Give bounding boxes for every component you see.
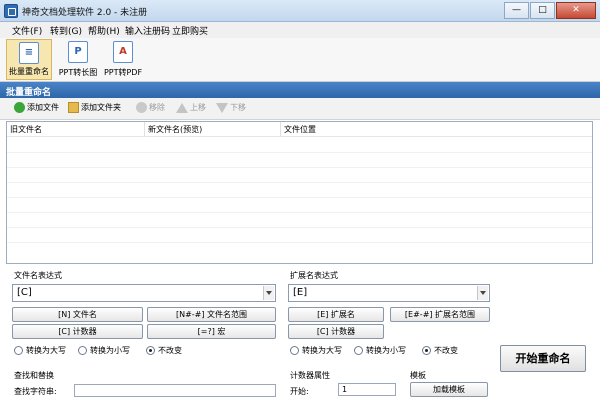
maximize-button[interactable]: □ xyxy=(530,2,555,19)
tool-label: PPT转长图 xyxy=(58,68,98,77)
start-rename-button[interactable]: 开始重命名 xyxy=(500,345,586,372)
list-header: 旧文件名 新文件名(预览) 文件位置 xyxy=(7,122,592,137)
window-title: 神奇文档处理软件 2.0 - 未注册 xyxy=(22,8,148,18)
radio-dot-selected xyxy=(422,346,431,355)
window-controls: — □ ✕ xyxy=(503,2,596,19)
filename-expr-combo[interactable]: [C] xyxy=(12,284,276,302)
file-list[interactable]: 旧文件名 新文件名(预览) 文件位置 xyxy=(6,121,593,264)
pdf-icon: A xyxy=(113,41,133,63)
tool-ppt-to-pdf[interactable]: A PPT转PDF xyxy=(102,39,144,80)
ppt-icon: P xyxy=(68,41,88,63)
insert-extension-range-button[interactable]: [E#-#] 扩展名范围 xyxy=(390,307,490,322)
add-icon xyxy=(14,102,25,113)
menu-buy[interactable]: 立即购买 xyxy=(172,24,208,37)
find-replace-title: 查找和替换 xyxy=(14,371,54,380)
menu-register[interactable]: 输入注册码 xyxy=(125,24,170,37)
row-separator xyxy=(7,212,592,213)
minimize-button[interactable]: — xyxy=(504,2,529,19)
ext-expr-value: [E] xyxy=(293,287,308,298)
row-separator xyxy=(7,182,592,183)
menu-bar: 文件(F) 转到(G) 帮助(H) 输入注册码 立即购买 xyxy=(0,22,600,38)
move-up-button[interactable]: 上移 xyxy=(176,102,206,113)
tool-label: 批量重命名 xyxy=(9,67,49,76)
row-separator xyxy=(7,197,592,198)
move-down-label: 下移 xyxy=(230,103,246,112)
find-string-label: 查找字符串: xyxy=(14,387,57,396)
move-up-label: 上移 xyxy=(190,103,206,112)
app-icon xyxy=(4,4,18,18)
insert-counter-button[interactable]: [C] 计数器 xyxy=(12,324,143,339)
folder-icon xyxy=(68,102,79,113)
tool-batch-rename[interactable]: ≡ 批量重命名 xyxy=(6,39,52,80)
move-down-button[interactable]: 下移 xyxy=(216,102,246,113)
add-file-label: 添加文件 xyxy=(27,103,59,112)
insert-macro-button[interactable]: [=?] 宏 xyxy=(147,324,276,339)
arrow-down-icon xyxy=(216,102,228,113)
insert-extension-button[interactable]: [E] 扩展名 xyxy=(288,307,384,322)
column-location[interactable]: 文件位置 xyxy=(281,122,594,137)
row-separator xyxy=(7,152,592,153)
ext-lowercase-radio[interactable]: 转换为小写 xyxy=(354,345,406,356)
row-separator xyxy=(7,167,592,168)
chevron-down-icon[interactable] xyxy=(263,286,274,300)
column-new-name[interactable]: 新文件名(预览) xyxy=(145,122,281,137)
filename-uppercase-radio[interactable]: 转换为大写 xyxy=(14,345,66,356)
radio-dot xyxy=(14,346,23,355)
counter-start-input[interactable]: 1 xyxy=(338,383,396,396)
radio-dot xyxy=(290,346,299,355)
column-old-name[interactable]: 旧文件名 xyxy=(7,122,145,137)
insert-ext-counter-button[interactable]: [C] 计数器 xyxy=(288,324,384,339)
find-string-input[interactable] xyxy=(74,384,276,397)
radio-label: 转换为小写 xyxy=(366,346,406,355)
section-title: 批量重命名 xyxy=(0,82,600,98)
list-toolbar: 添加文件 添加文件夹 移除 上移 下移 xyxy=(0,98,600,120)
filename-expr-title: 文件名表达式 xyxy=(14,271,62,280)
menu-help[interactable]: 帮助(H) xyxy=(88,24,120,37)
ext-nochange-radio[interactable]: 不改变 xyxy=(422,345,458,356)
counter-props-title: 计数器属性 xyxy=(290,371,330,380)
insert-filename-range-button[interactable]: [N#-#] 文件名范围 xyxy=(147,307,276,322)
ext-uppercase-radio[interactable]: 转换为大写 xyxy=(290,345,342,356)
radio-dot-selected xyxy=(146,346,155,355)
radio-label: 转换为小写 xyxy=(90,346,130,355)
filename-expr-value: [C] xyxy=(17,287,32,298)
counter-start-label: 开始: xyxy=(290,387,309,396)
remove-icon xyxy=(136,102,147,113)
ext-expr-combo[interactable]: [E] xyxy=(288,284,490,302)
radio-dot xyxy=(78,346,87,355)
main-toolbar: ≡ 批量重命名 P PPT转长图 A PPT转PDF xyxy=(0,38,600,82)
menu-file[interactable]: 文件(F) xyxy=(12,24,42,37)
tool-label: PPT转PDF xyxy=(103,68,143,77)
filename-nochange-radio[interactable]: 不改变 xyxy=(146,345,182,356)
remove-label: 移除 xyxy=(149,103,165,112)
radio-label: 不改变 xyxy=(434,346,458,355)
row-separator xyxy=(7,227,592,228)
radio-dot xyxy=(354,346,363,355)
radio-label: 转换为大写 xyxy=(26,346,66,355)
menu-goto[interactable]: 转到(G) xyxy=(50,24,82,37)
add-file-button[interactable]: 添加文件 xyxy=(14,102,59,113)
ext-expr-title: 扩展名表达式 xyxy=(290,271,338,280)
radio-label: 不改变 xyxy=(158,346,182,355)
chevron-down-icon[interactable] xyxy=(477,286,488,300)
rename-icon: ≡ xyxy=(19,42,39,64)
row-separator xyxy=(7,242,592,243)
tool-ppt-to-image[interactable]: P PPT转长图 xyxy=(56,39,100,80)
arrow-up-icon xyxy=(176,102,188,113)
insert-filename-button[interactable]: [N] 文件名 xyxy=(12,307,143,322)
radio-label: 转换为大写 xyxy=(302,346,342,355)
title-bar: 神奇文档处理软件 2.0 - 未注册 — □ ✕ xyxy=(0,0,600,22)
add-folder-label: 添加文件夹 xyxy=(81,103,121,112)
filename-lowercase-radio[interactable]: 转换为小写 xyxy=(78,345,130,356)
add-folder-button[interactable]: 添加文件夹 xyxy=(68,102,121,113)
load-template-button[interactable]: 加载模板 xyxy=(410,382,488,397)
remove-button[interactable]: 移除 xyxy=(136,102,165,113)
template-title: 模板 xyxy=(410,371,426,380)
close-button[interactable]: ✕ xyxy=(556,2,596,19)
